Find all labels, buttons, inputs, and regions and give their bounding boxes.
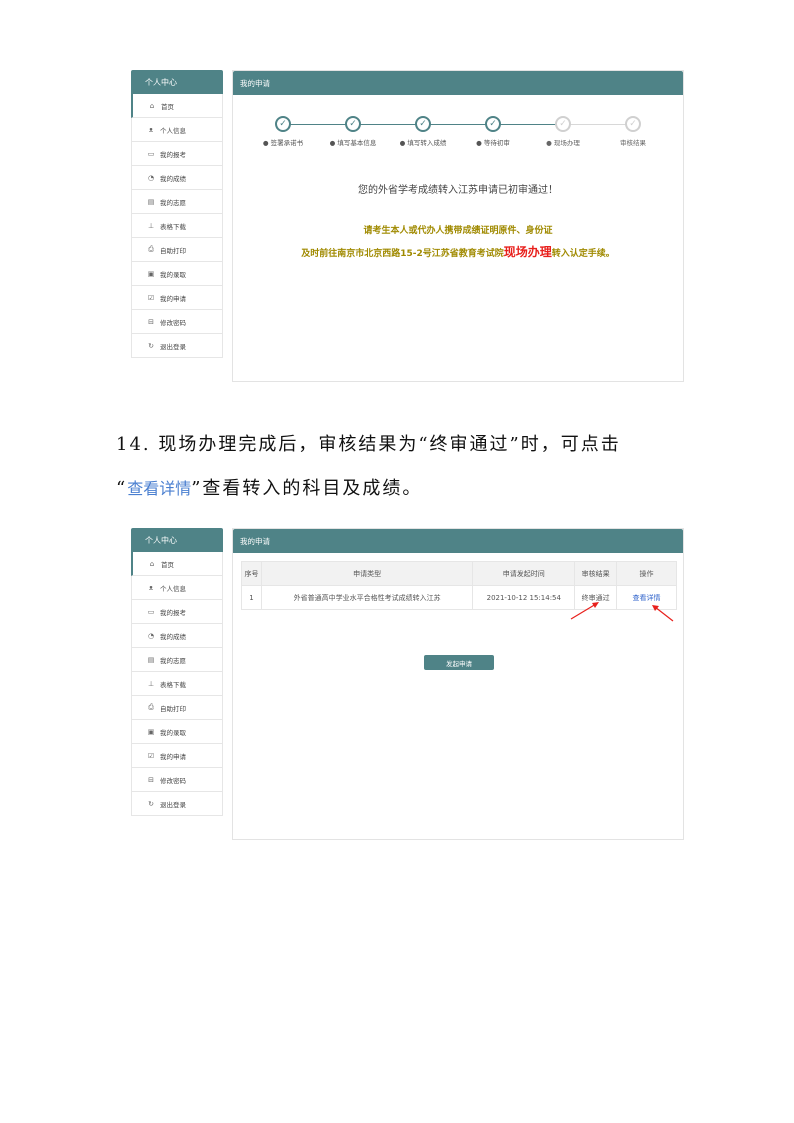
step-label: ● 填写基本信息 [329, 139, 377, 147]
sidebar-item-label: 我的申请 [160, 294, 186, 303]
instruction-end: ”查看转入的科目及成绩。 [191, 478, 423, 499]
step-label: ● 等待初审 [476, 139, 510, 147]
quote-open: “ [116, 478, 128, 499]
approval-message: 您的外省学考成绩转入江苏申请已初审通过！ [358, 185, 558, 196]
lock-icon: ⊟ [148, 775, 154, 784]
sidebar-item-9[interactable]: ⊟ 修改密码 [131, 768, 223, 792]
card-icon: ▭ [147, 149, 155, 158]
view-details-link-text: 查看详情 [127, 479, 192, 498]
sidebar-item-1[interactable]: ᴥ 个人信息 [131, 118, 223, 142]
sidebar-item-2[interactable]: ▭ 我的报考 [131, 142, 223, 166]
sidebar-item-label: 首页 [161, 102, 174, 111]
instruction-line-1: 14. 现场办理完成后，审核结果为“终审通过”时，可点击 [116, 434, 621, 455]
clock-icon: ◔ [147, 173, 155, 182]
notice-highlight: 现场办理 [503, 245, 552, 259]
sidebar-item-label: 个人信息 [160, 126, 186, 135]
screenshot-application-progress: 个人中心 ⌂ 首页 ᴥ 个人信息 ▭ 我的报考 ◔ 我的成绩 ▤ 我的志愿 ⊥ 表格下载 ⎙ 自助打印 ▣ 我… [131, 70, 684, 382]
download-icon: ⊥ [147, 221, 155, 230]
lock-icon: ⊟ [148, 317, 154, 326]
calendar-icon: ▣ [147, 727, 155, 736]
sidebar-item-5[interactable]: ⊥ 表格下载 [131, 214, 223, 238]
sidebar-item-label: 修改密码 [160, 776, 186, 785]
sidebar-item-label: 我的成绩 [160, 174, 186, 183]
sidebar-item-3[interactable]: ◔ 我的成绩 [131, 166, 223, 190]
calendar-icon: ▣ [147, 269, 155, 278]
step-label: ● 填写转入成绩 [399, 139, 447, 147]
sidebar-item-8[interactable]: ☑ 我的申请 [131, 744, 223, 768]
sidebar-item-5[interactable]: ⊥ 表格下载 [131, 672, 223, 696]
progress-step: ✓ ● 填写转入成绩 [388, 116, 458, 147]
sidebar-item-label: 我的录取 [160, 270, 186, 279]
sidebar-item-label: 我的录取 [160, 728, 186, 737]
apply-button[interactable]: 发起申请 [424, 655, 494, 670]
sidebar-item-label: 我的申请 [160, 752, 186, 761]
notice-line-1: 请考生本人或代办人携带成绩证明原件、身份证 [363, 226, 553, 236]
step-label: ● 现场办理 [546, 139, 580, 147]
logout-icon: ↻ [148, 799, 154, 808]
main-panel: 我的申请 ✓ ● 签署承诺书 ✓ ● 填写基本信息 ✓ ● 填写转入成绩 ✓ ● 等待初审 ✓ ●… [232, 70, 684, 382]
sidebar-item-label: 表格下载 [160, 680, 186, 689]
sidebar-item-6[interactable]: ⎙ 自助打印 [131, 238, 223, 262]
screenshot-application-list: 个人中心 ⌂ 首页 ᴥ 个人信息 ▭ 我的报考 ◔ 我的成绩 ▤ 我的志愿 ⊥ 表格下载 ⎙ 自助打印 ▣ 我… [131, 528, 684, 840]
sidebar-item-6[interactable]: ⎙ 自助打印 [131, 696, 223, 720]
check-icon: ✓ [555, 116, 571, 132]
sidebar-item-10[interactable]: ↻ 退出登录 [131, 792, 223, 816]
home-icon: ⌂ [149, 101, 155, 110]
notice-end: 转入认定手续。 [551, 249, 615, 259]
sidebar-title: 个人中心 [131, 70, 223, 94]
sidebar-item-label: 退出登录 [160, 800, 186, 809]
sidebar-item-8[interactable]: ☑ 我的申请 [131, 286, 223, 310]
edit-icon: ☑ [147, 293, 155, 302]
progress-steps: ✓ ● 签署承诺书 ✓ ● 填写基本信息 ✓ ● 填写转入成绩 ✓ ● 等待初审 ✓ ● 现场办理… [233, 113, 683, 153]
sidebar-item-9[interactable]: ⊟ 修改密码 [131, 310, 223, 334]
progress-step: ✓ 审核结果 [598, 116, 668, 147]
check-icon: ✓ [275, 116, 291, 132]
sidebar-item-4[interactable]: ▤ 我的志愿 [131, 190, 223, 214]
check-icon: ✓ [415, 116, 431, 132]
document-icon: ▤ [147, 655, 155, 664]
step-label: 审核结果 [620, 139, 646, 147]
progress-step: ✓ ● 填写基本信息 [318, 116, 388, 147]
arrow-to-result [570, 602, 599, 620]
progress-step: ✓ ● 签署承诺书 [248, 116, 318, 147]
notice-line-2: 及时前往南京市北京西路15-2号江苏省教育考试院现场办理转入认定手续。 [233, 243, 683, 260]
document-icon: ▤ [147, 197, 155, 206]
edit-icon: ☑ [147, 751, 155, 760]
logout-icon: ↻ [148, 341, 154, 350]
sidebar-item-10[interactable]: ↻ 退出登录 [131, 334, 223, 358]
sidebar-item-4[interactable]: ▤ 我的志愿 [131, 648, 223, 672]
panel-title: 我的申请 [233, 71, 683, 95]
sidebar: 个人中心 ⌂ 首页 ᴥ 个人信息 ▭ 我的报考 ◔ 我的成绩 ▤ 我的志愿 ⊥ 表格下载 ⎙ 自助打印 ▣ 我… [131, 70, 223, 358]
step-label: ● 签署承诺书 [262, 139, 304, 147]
check-icon: ✓ [625, 116, 641, 132]
sidebar-item-label: 表格下载 [160, 222, 186, 231]
printer-icon: ⎙ [148, 245, 154, 253]
progress-step: ✓ ● 等待初审 [458, 116, 528, 147]
sidebar-item-0[interactable]: ⌂ 首页 [131, 94, 223, 118]
instruction-line-2: “查看详情”查看转入的科目及成绩。 [116, 474, 422, 500]
sidebar-item-7[interactable]: ▣ 我的录取 [131, 720, 223, 744]
check-icon: ✓ [345, 116, 361, 132]
sidebar-item-7[interactable]: ▣ 我的录取 [131, 262, 223, 286]
user-icon: ᴥ [148, 125, 154, 134]
notice-address: 及时前往南京市北京西路15-2号江苏省教育考试院 [301, 249, 504, 259]
sidebar-item-label: 我的志愿 [160, 198, 186, 207]
sidebar-item-label: 自助打印 [160, 246, 186, 255]
printer-icon: ⎙ [148, 703, 154, 711]
sidebar-item-label: 自助打印 [160, 704, 186, 713]
arrow-to-details [652, 605, 674, 622]
sidebar-item-label: 我的报考 [160, 150, 186, 159]
download-icon: ⊥ [147, 679, 155, 688]
sidebar-item-label: 退出登录 [160, 342, 186, 351]
annotation-arrows [570, 602, 674, 622]
sidebar-item-label: 我的志愿 [160, 656, 186, 665]
progress-step: ✓ ● 现场办理 [528, 116, 598, 147]
sidebar-item-label: 修改密码 [160, 318, 186, 327]
check-icon: ✓ [485, 116, 501, 132]
sidebar-items: ⌂ 首页 ᴥ 个人信息 ▭ 我的报考 ◔ 我的成绩 ▤ 我的志愿 ⊥ 表格下载 ⎙ 自助打印 ▣ 我的录取 ☑ 我… [131, 94, 223, 358]
